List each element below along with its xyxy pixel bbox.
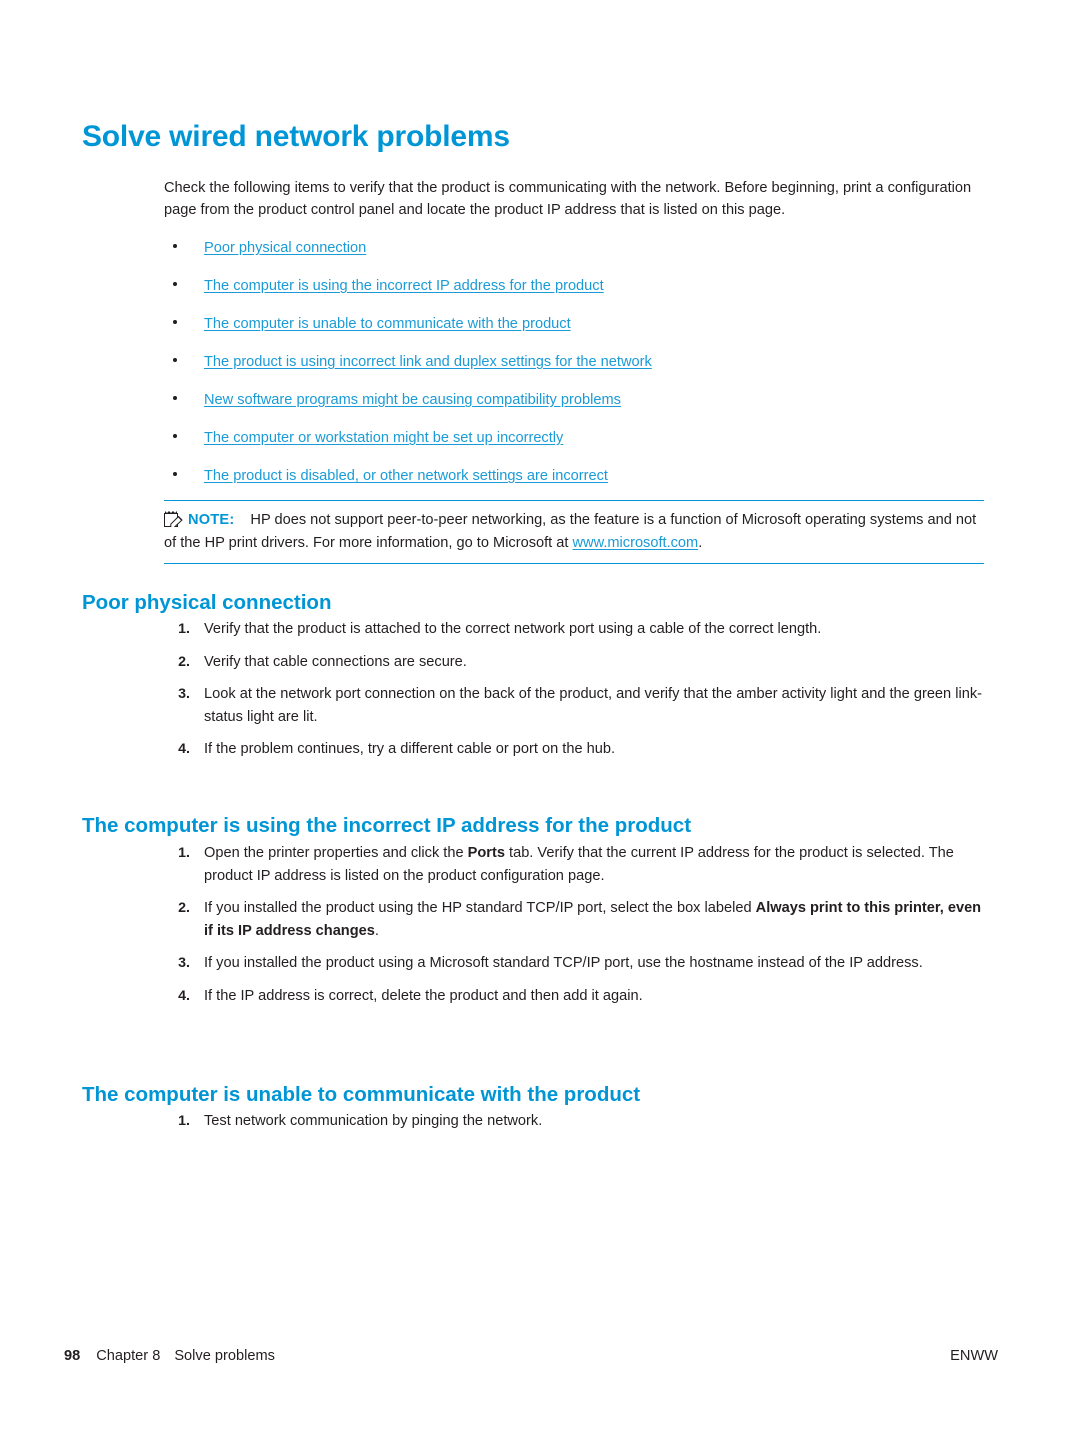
step-text-part1: Open the printer properties and click th…	[204, 845, 468, 861]
note-content: NOTE: HP does not support peer-to-peer ne…	[164, 509, 984, 554]
step-text-part2: .	[374, 922, 379, 939]
intro-paragraph: Check the following items to verify that…	[164, 179, 972, 219]
list-item: 4. If the IP address is correct, delete …	[164, 985, 994, 1008]
bullet-icon	[173, 396, 177, 400]
list-item[interactable]: The computer is using the incorrect IP a…	[164, 276, 984, 314]
list-item[interactable]: The product is disabled, or other networ…	[164, 466, 984, 504]
step-bold-ports: Ports	[467, 845, 505, 861]
topic-link[interactable]: The product is disabled, or other networ…	[204, 468, 608, 484]
list-item: 1. Test network communication by pinging…	[164, 1110, 994, 1133]
step-text: Test network communication by pinging th…	[204, 1113, 543, 1129]
section-heading-unable-to-communicate: The computer is unable to communicate wi…	[82, 1083, 641, 1106]
step-number: 1.	[178, 1113, 190, 1129]
note-text-before-link: HP does not support peer-to-peer network…	[164, 512, 977, 551]
list-item: 2. If you installed the product using th…	[164, 897, 994, 942]
page-number: 98	[64, 1348, 81, 1364]
list-item: 3. If you installed the product using a …	[164, 952, 994, 975]
bullet-icon	[173, 472, 177, 476]
topic-link[interactable]: The computer is unable to communicate wi…	[204, 316, 571, 332]
bullet-icon	[173, 282, 177, 286]
step-number: 2.	[178, 653, 190, 670]
step-number: 4.	[178, 741, 190, 757]
page-title: Solve wired network problems	[82, 120, 510, 154]
step-number: 2.	[178, 900, 190, 916]
chapter-title: Solve problems	[174, 1348, 275, 1364]
footer-right: ENWW	[950, 1348, 998, 1364]
topic-link-list: Poor physical connection The computer is…	[164, 238, 984, 504]
step-number: 4.	[178, 987, 190, 1004]
list-item[interactable]: The computer is unable to communicate wi…	[164, 314, 984, 352]
document-page: Solve wired network problems Check the f…	[0, 0, 1080, 1437]
note-callout: NOTE: HP does not support peer-to-peer ne…	[164, 500, 984, 564]
steps-incorrect-ip-address: 1. Open the printer properties and click…	[164, 842, 994, 1017]
bullet-icon	[173, 244, 177, 248]
list-item[interactable]: Poor physical connection	[164, 238, 984, 276]
list-item[interactable]: New software programs might be causing c…	[164, 390, 984, 428]
section-heading-poor-physical-connection: Poor physical connection	[82, 591, 332, 614]
note-text-after-link: .	[698, 534, 703, 551]
list-item[interactable]: The computer or workstation might be set…	[164, 428, 984, 466]
list-item: 1. Verify that the product is attached t…	[164, 618, 994, 641]
topic-link[interactable]: The product is using incorrect link and …	[204, 354, 652, 370]
step-text-part1: If you installed the product using the H…	[204, 900, 756, 916]
microsoft-link[interactable]: www.microsoft.com	[573, 535, 699, 551]
list-item[interactable]: The product is using incorrect link and …	[164, 352, 984, 390]
section-heading-incorrect-ip-address: The computer is using the incorrect IP a…	[82, 814, 692, 837]
list-item: 1. Open the printer properties and click…	[164, 842, 994, 887]
topic-link[interactable]: The computer or workstation might be set…	[204, 430, 563, 446]
bullet-icon	[173, 320, 177, 324]
footer-left: 98 Chapter 8 Solve problems	[64, 1348, 275, 1364]
bullet-icon	[173, 358, 177, 362]
list-item: 3. Look at the network port connection o…	[164, 683, 994, 728]
list-item: 2. Verify that cable connections are sec…	[164, 651, 994, 674]
chapter-label: Chapter 8	[96, 1348, 161, 1364]
topic-link[interactable]: New software programs might be causing c…	[204, 392, 621, 408]
note-label: NOTE:	[188, 512, 235, 528]
step-number: 1.	[178, 621, 190, 637]
step-text: Verify that cable connections are secure…	[204, 653, 467, 670]
step-text: If the problem continues, try a differen…	[204, 741, 616, 757]
topic-link[interactable]: The computer is using the incorrect IP a…	[204, 278, 604, 294]
step-text: Verify that the product is attached to t…	[204, 621, 822, 637]
step-number: 1.	[178, 845, 190, 861]
step-number: 3.	[178, 955, 190, 971]
step-text: If you installed the product using a Mic…	[204, 955, 923, 971]
topic-link[interactable]: Poor physical connection	[204, 240, 366, 256]
step-text: Look at the network port connection on t…	[204, 686, 982, 725]
note-icon	[164, 510, 183, 528]
steps-poor-physical-connection: 1. Verify that the product is attached t…	[164, 618, 994, 771]
steps-unable-to-communicate: 1. Test network communication by pinging…	[164, 1110, 994, 1143]
list-item: 4. If the problem continues, try a diffe…	[164, 738, 994, 761]
bullet-icon	[173, 434, 177, 438]
step-text: If the IP address is correct, delete the…	[204, 987, 643, 1004]
step-number: 3.	[178, 686, 190, 702]
